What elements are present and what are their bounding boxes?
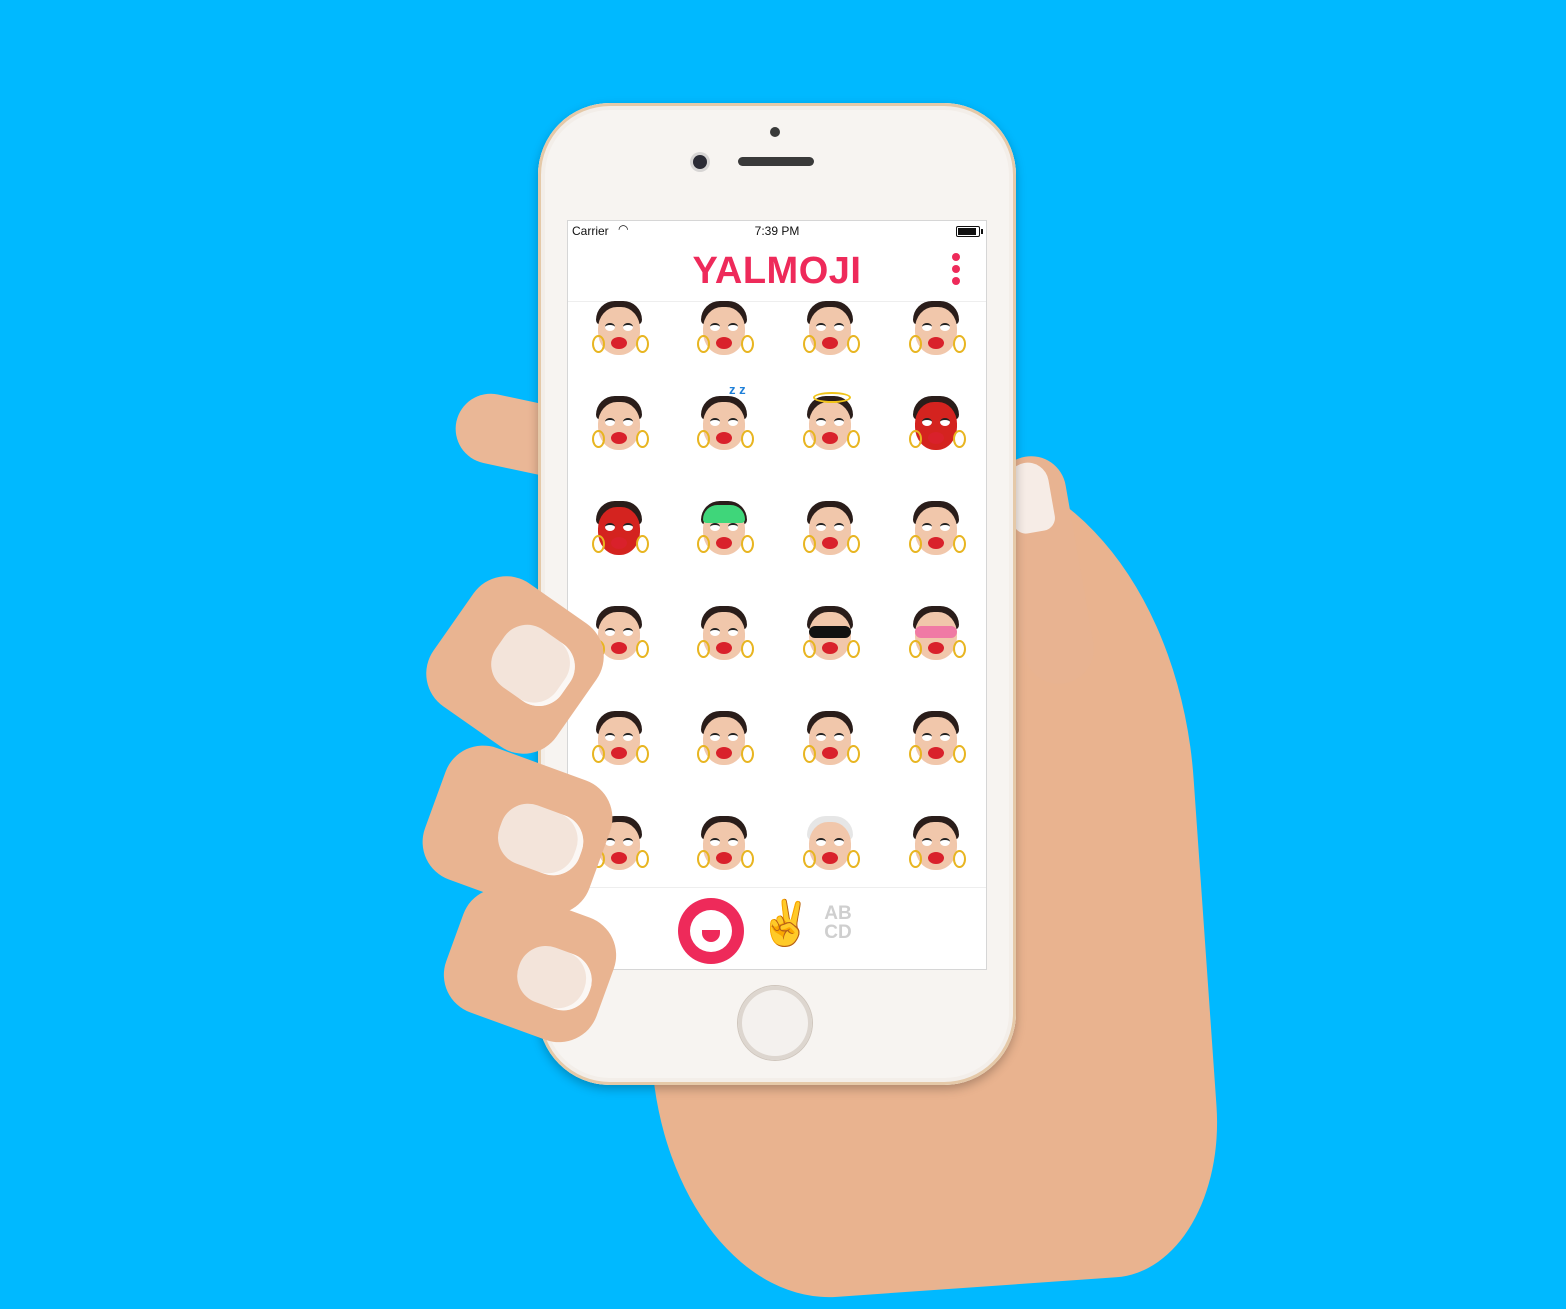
- status-bar: Carrier ◠ 7:39 PM: [568, 221, 986, 241]
- peace-hand-icon[interactable]: ✌: [758, 902, 813, 946]
- letters-bottom: CD: [824, 922, 852, 943]
- middle-nail: [490, 795, 592, 884]
- app-header: YALMOJI: [568, 241, 986, 302]
- emoji-open-mouth[interactable]: [801, 301, 860, 363]
- emoji-shocked[interactable]: [801, 501, 860, 563]
- emoji-sunglasses[interactable]: [801, 606, 860, 668]
- emoji-grin[interactable]: [907, 711, 966, 773]
- battery-level: [958, 228, 976, 235]
- emoji-puppy-filter[interactable]: [801, 711, 860, 773]
- battery-icon: [956, 226, 983, 237]
- earpiece-speaker: [738, 157, 814, 166]
- front-camera-icon: [693, 155, 707, 169]
- ring-nail: [509, 938, 600, 1019]
- emoji-devil[interactable]: [907, 396, 966, 458]
- emoji-hair-rollers[interactable]: [907, 501, 966, 563]
- emoji-bubble-gum[interactable]: [695, 606, 754, 668]
- emoji-crying-laughing[interactable]: [695, 711, 754, 773]
- proximity-sensor: [770, 127, 780, 137]
- yalmoji-face-icon: [690, 910, 732, 952]
- emoji-open-mouth[interactable]: [590, 301, 649, 363]
- letters-top: AB: [824, 903, 852, 924]
- emoji-sick[interactable]: [695, 501, 754, 563]
- more-vertical-icon[interactable]: [950, 253, 962, 289]
- emoji-sleeping[interactable]: z z: [695, 382, 754, 458]
- emoji-grid: z z: [568, 301, 986, 887]
- bottom-tab-bar: ✌ AB CD: [568, 887, 986, 969]
- emoji-angel[interactable]: [801, 392, 860, 458]
- emoji-nail-polish[interactable]: [695, 816, 754, 878]
- phone-screen: Carrier ◠ 7:39 PM YALMOJI z z ✌ AB CD: [567, 220, 987, 970]
- status-time: 7:39 PM: [754, 224, 800, 238]
- emoji-lip-bite[interactable]: [907, 301, 966, 363]
- emoji-towel[interactable]: [801, 816, 860, 878]
- emoji-crying-laughing[interactable]: [590, 711, 649, 773]
- home-button[interactable]: [738, 986, 812, 1060]
- emoji-pink-sunglasses[interactable]: [907, 606, 966, 668]
- emoji-open-mouth[interactable]: [695, 301, 754, 363]
- emoji-kiss[interactable]: [590, 396, 649, 458]
- emoji-zipper-mouth[interactable]: [907, 816, 966, 878]
- emoji-devil-tongue[interactable]: [590, 501, 649, 563]
- tab-yalmoji-faces[interactable]: [678, 898, 744, 964]
- index-nail: [480, 613, 586, 718]
- app-logo: YALMOJI: [692, 250, 862, 292]
- letters-icon[interactable]: AB CD: [818, 904, 858, 942]
